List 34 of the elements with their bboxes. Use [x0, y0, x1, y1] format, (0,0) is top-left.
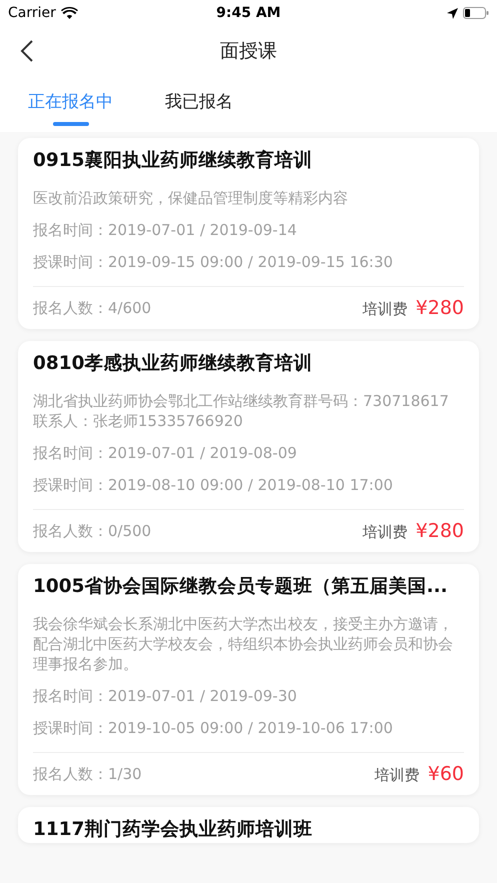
course-card[interactable]: 0810孝感执业药师继续教育培训 湖北省执业药师协会鄂北工作站继续教育群号码：730718617 联系人：张老师15335766920 报名时间：2019-07-01 / 2019-08-09 授课时间：2019-08-10 09:00 / 2019-08-10 17:00 报名人数：0/500 培训费 ¥280	[18, 341, 479, 552]
class-time: 授课时间：2019-08-10 09:00 / 2019-08-10 17:00	[33, 475, 394, 495]
course-description: 湖北省执业药师协会鄂北工作站继续教育群号码：730718617 联系人：张老师15335766920	[33, 391, 450, 431]
course-title: 1117荆门药学会执业药师培训班	[33, 818, 314, 842]
course-description: 我会徐华斌会长系湖北中医药大学杰出校友，接受主办方邀请，配合湖北中医药大学校友会，特组织本协会执业药师会员和协会理事报名参加。	[33, 614, 454, 674]
price: ¥280	[416, 297, 464, 319]
clock: 9:45 AM	[216, 5, 281, 21]
course-description: 医改前沿政策研究，保健品管理制度等精彩内容	[33, 188, 349, 208]
course-title: 0810孝感执业药师继续教育培训	[33, 352, 314, 376]
course-title: 1005省协会国际继教会员专题班（第五届美国...	[33, 575, 449, 599]
course-title: 0915襄阳执业药师继续教育培训	[33, 148, 314, 173]
class-time: 授课时间：2019-09-15 09:00 / 2019-09-15 16:30	[33, 252, 394, 272]
class-time: 授课时间：2019-10-05 09:00 / 2019-10-06 17:00	[33, 718, 394, 738]
signup-time: 报名时间：2019-07-01 / 2019-08-09	[33, 443, 298, 463]
price: ¥280	[416, 520, 464, 542]
enrolled-count: 报名人数：1/30	[33, 764, 142, 784]
course-card[interactable]: 0915襄阳执业药师继续教育培训 医改前沿政策研究，保健品管理制度等精彩内容 报名时间：2019-07-01 / 2019-09-14 授课时间：2019-09-15 09:00 / 2019-09-15 16:30 报名人数：4/600 培训费 ¥280	[18, 138, 479, 329]
signup-time: 报名时间：2019-07-01 / 2019-09-30	[33, 686, 298, 706]
price: ¥60	[428, 763, 464, 785]
fee-label: 培训费	[362, 523, 408, 542]
fee-label: 培训费	[374, 766, 420, 785]
enrolled-count: 报名人数：4/600	[33, 298, 152, 318]
fee-label: 培训费	[362, 300, 408, 319]
wifi-icon	[60, 7, 78, 19]
course-card[interactable]: 1005省协会国际继教会员专题班（第五届美国... 我会徐华斌会长系湖北中医药大学杰出校友，接受主办方邀请，配合湖北中医药大学校友会，特组织本协会执业药师会员和协会理事报名参加。 报名时间：2019-07-01 / 2019-09-30 授课时间：2019-10-05 09:00 / 2019-10-06 17:00 报名人数：1/30 培训费 ¥60	[18, 564, 479, 795]
tab[interactable]: 我已报名	[165, 76, 233, 132]
enrolled-count: 报名人数：0/500	[33, 522, 152, 540]
location-arrow-icon	[447, 8, 458, 18]
tab[interactable]: 正在报名中	[28, 76, 113, 132]
signup-time: 报名时间：2019-07-01 / 2019-09-14	[33, 220, 298, 240]
course-card[interactable]: 1117荆门药学会执业药师培训班	[18, 807, 479, 843]
page-title: 面授课	[220, 39, 277, 64]
battery-icon	[463, 7, 489, 19]
carrier-label: Carrier	[8, 5, 56, 21]
